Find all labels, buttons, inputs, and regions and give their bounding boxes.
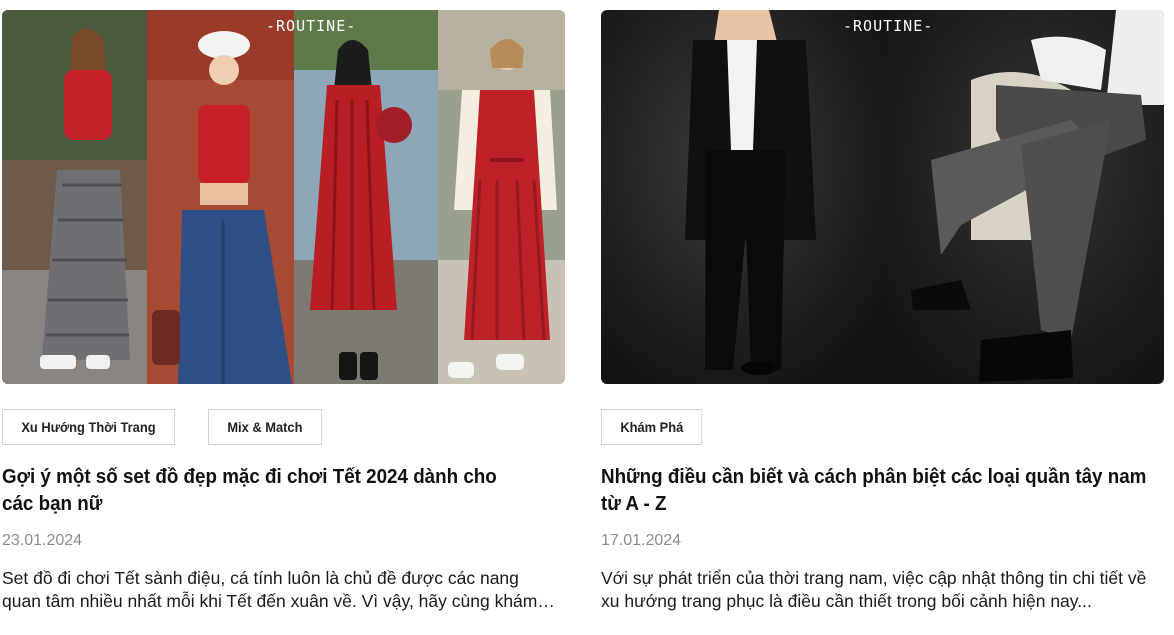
routine-brand-logo: -ROUTINE-: [843, 17, 934, 35]
mens-trousers-image: [601, 10, 1164, 384]
routine-brand-logo: -ROUTINE-: [266, 17, 357, 35]
tag-mix-match[interactable]: Mix & Match: [207, 409, 322, 445]
article-excerpt: Set đồ đi chơi Tết sành điệu, cá tính lu…: [2, 568, 538, 611]
article-thumbnail[interactable]: -ROUTINE-: [2, 10, 565, 384]
tag-list: Xu Hướng Thời Trang Mix & Match: [2, 409, 332, 445]
article-thumbnail[interactable]: -ROUTINE-: [601, 10, 1164, 384]
article-date: 17.01.2024: [601, 532, 682, 549]
tag-list: Khám Phá: [601, 409, 711, 445]
article-card[interactable]: -ROUTINE- Xu Hướng Thời Trang Mix & Matc…: [2, 10, 565, 611]
article-title[interactable]: Gợi ý một số set đồ đẹp mặc đi chơi Tết …: [2, 464, 528, 518]
women-tet-outfits-image: [2, 10, 565, 384]
tag-xu-huong-thoi-trang[interactable]: Xu Hướng Thời Trang: [2, 409, 175, 445]
article-date: 23.01.2024: [2, 532, 83, 549]
article-card[interactable]: -ROUTINE- Khám Phá Những điều cần biết v…: [601, 10, 1164, 611]
tag-kham-pha[interactable]: Khám Phá: [601, 409, 703, 445]
article-title[interactable]: Những điều cần biết và cách phân biệt cá…: [601, 464, 1156, 518]
article-excerpt: Với sự phát triển của thời trang nam, vi…: [601, 568, 1147, 611]
